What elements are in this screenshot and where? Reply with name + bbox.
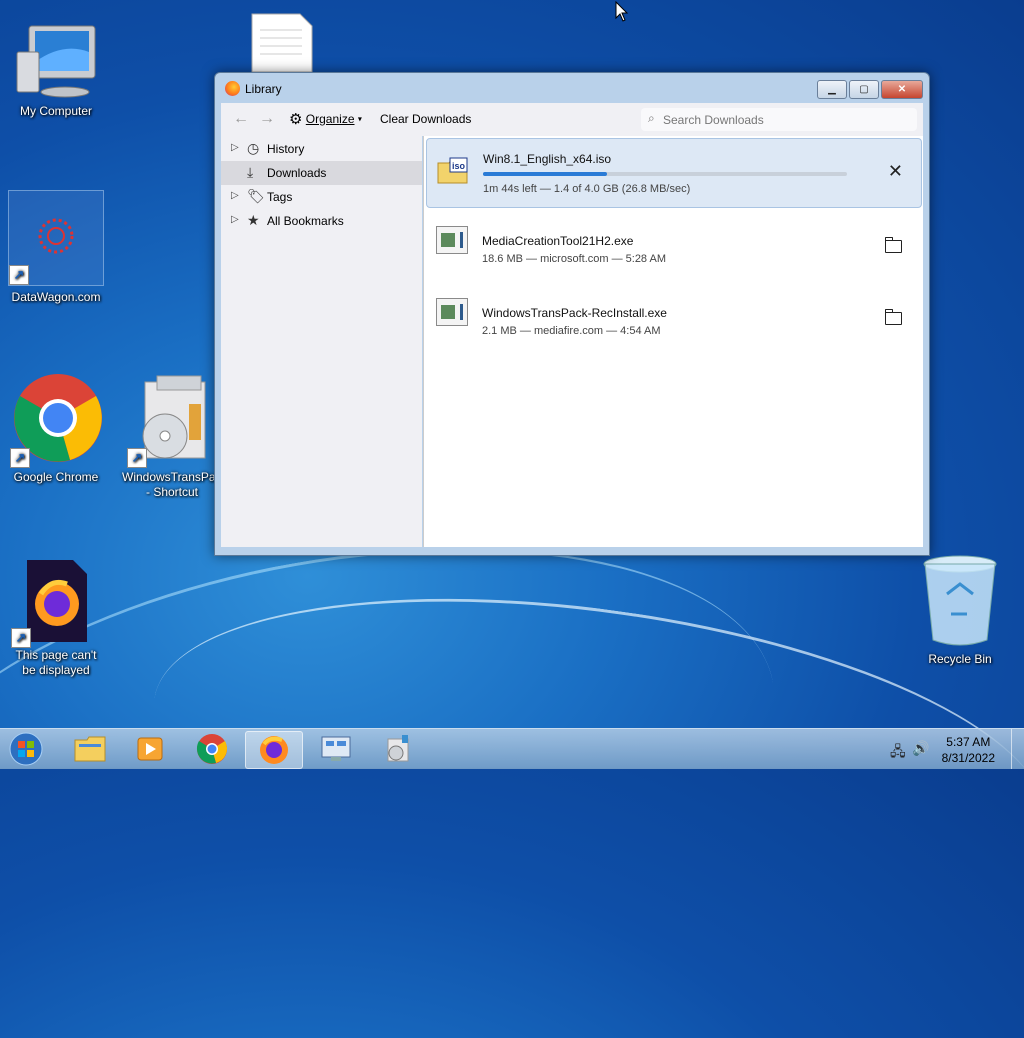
firefox-file-icon: ↗ — [11, 558, 91, 648]
datawagon-icon: ↗ — [8, 190, 104, 286]
sidebar-item-label: History — [267, 142, 305, 156]
chevron-right-icon[interactable]: ▷ — [231, 214, 239, 225]
document-icon[interactable] — [250, 12, 314, 73]
computer-icon — [13, 22, 99, 100]
minimize-button[interactable]: ▁ — [817, 80, 847, 99]
desktop-icon-google-chrome[interactable]: ↗ Google Chrome — [8, 374, 104, 485]
search-input[interactable]: ⌕ Search Downloads — [641, 108, 917, 131]
forward-arrow-icon[interactable]: → — [259, 110, 275, 128]
tag-icon: 🏷 — [247, 188, 265, 204]
chevron-down-icon: ▾ — [357, 114, 362, 124]
clock-icon: ◷ — [247, 140, 260, 156]
desktop-icon-datawagon[interactable]: ↗ DataWagon.com — [8, 190, 104, 305]
volume-icon[interactable]: 🔊 — [912, 740, 929, 757]
iso-icon-text: iso — [452, 161, 466, 171]
download-item[interactable]: WindowsTransPack-RecInstall.exe 2.1 MB —… — [426, 282, 920, 350]
gear-icon: ⚙ — [289, 111, 303, 128]
download-filename: Win8.1_English_x64.iso — [483, 152, 612, 166]
sidebar-item-downloads[interactable]: ⤓ Downloads — [221, 161, 422, 185]
cancel-download-button[interactable]: ✕ — [888, 161, 903, 182]
desktop-icon-my-computer[interactable]: My Computer — [8, 22, 104, 119]
download-status: 18.6 MB — microsoft.com — 5:28 AM — [482, 253, 667, 265]
maximize-button[interactable]: ▢ — [849, 80, 879, 99]
open-folder-icon[interactable] — [885, 309, 902, 325]
download-icon: ⤓ — [247, 164, 254, 180]
chevron-right-icon[interactable]: ▷ — [231, 190, 239, 201]
icon-label: Recycle Bin — [928, 652, 992, 666]
clock-date: 8/31/2022 — [941, 751, 995, 765]
back-arrow-icon[interactable]: ← — [233, 110, 249, 128]
icon-label: Google Chrome — [13, 470, 99, 484]
exe-file-icon — [436, 298, 468, 330]
sidebar: ▷ ◷ History ⤓ Downloads ▷ 🏷 Tags ▷ ★ All… — [221, 136, 422, 547]
shortcut-arrow-icon: ↗ — [127, 448, 147, 468]
sidebar-item-label: Downloads — [267, 166, 327, 180]
start-button[interactable] — [0, 731, 52, 767]
shortcut-arrow-icon: ↗ — [9, 265, 29, 285]
download-filename: WindowsTransPack-RecInstall.exe — [482, 306, 667, 320]
sidebar-item-tags[interactable]: ▷ 🏷 Tags — [221, 185, 422, 209]
search-icon: ⌕ — [648, 111, 655, 125]
downloads-list: iso Win8.1_English_x64.iso 1m 44s left —… — [423, 136, 923, 547]
icon-label: DataWagon.com — [11, 290, 101, 304]
sidebar-item-label: Tags — [267, 190, 293, 204]
network-icon[interactable]: 🖧 — [890, 741, 906, 765]
shortcut-arrow-icon: ↗ — [11, 628, 31, 648]
icon-label: WindowsTransPack - Shortcut — [122, 470, 228, 499]
taskbar-firefox-icon[interactable] — [245, 731, 303, 769]
download-item[interactable]: MediaCreationTool21H2.exe 18.6 MB — micr… — [426, 210, 920, 278]
title-bar[interactable]: Library ▁ ▢ ✕ — [215, 73, 929, 103]
close-window-button[interactable]: ✕ — [881, 80, 923, 99]
library-window: Library ▁ ▢ ✕ ← → ⚙ Organize ▾ Clear Dow… — [214, 72, 930, 556]
sidebar-item-all-bookmarks[interactable]: ▷ ★ All Bookmarks — [221, 209, 422, 233]
desktop-icon-windowstranspack[interactable]: ↗ WindowsTransPack - Shortcut — [122, 374, 228, 500]
clock-time: 5:37 AM — [946, 735, 991, 749]
chrome-icon: ↗ — [10, 374, 102, 468]
chevron-right-icon[interactable]: ▷ — [231, 142, 239, 153]
show-desktop-button[interactable] — [1011, 729, 1024, 769]
progress-fill — [483, 172, 607, 176]
open-folder-icon[interactable] — [885, 237, 902, 253]
search-placeholder: Search Downloads — [663, 113, 764, 127]
iso-file-icon: iso — [437, 155, 469, 187]
download-status: 1m 44s left — 1.4 of 4.0 GB (26.8 MB/sec… — [483, 183, 691, 195]
taskbar: 🖧 🔊 5:37 AM 8/31/2022 — [0, 728, 1024, 769]
taskbar-installer-icon[interactable] — [370, 731, 426, 767]
toolbar: ← → ⚙ Organize ▾ Clear Downloads ⌕ Searc… — [221, 103, 923, 136]
desktop-icon-firefox-page[interactable]: ↗ This page can't be displayed — [8, 558, 104, 678]
download-progress-bar — [483, 172, 847, 176]
desktop-icon-recycle-bin[interactable]: Recycle Bin — [912, 554, 1008, 667]
icon-label: This page can't be displayed — [15, 648, 97, 677]
download-status: 2.1 MB — mediafire.com — 4:54 AM — [482, 325, 661, 337]
shortcut-arrow-icon: ↗ — [10, 448, 30, 468]
clock[interactable]: 5:37 AM 8/31/2022 — [942, 734, 995, 766]
sidebar-item-history[interactable]: ▷ ◷ History — [221, 137, 422, 161]
exe-file-icon — [436, 226, 468, 258]
taskbar-chrome-icon[interactable] — [184, 731, 240, 767]
clear-downloads-button[interactable]: Clear Downloads — [380, 112, 471, 126]
download-filename: MediaCreationTool21H2.exe — [482, 234, 634, 248]
organize-label: Organize — [305, 112, 355, 126]
sidebar-item-label: All Bookmarks — [267, 214, 344, 228]
download-item[interactable]: iso Win8.1_English_x64.iso 1m 44s left —… — [426, 138, 922, 208]
icon-label: My Computer — [19, 104, 93, 118]
taskbar-media-player-icon[interactable] — [122, 731, 178, 767]
window-title: Library — [245, 82, 282, 96]
taskbar-control-panel-icon[interactable] — [308, 731, 364, 767]
star-icon: ★ — [247, 212, 260, 228]
recycle-bin-icon — [921, 554, 999, 648]
organize-button[interactable]: ⚙ Organize ▾ — [289, 110, 362, 128]
firefox-icon — [225, 81, 240, 96]
installer-box-icon: ↗ — [127, 374, 217, 468]
taskbar-explorer-icon[interactable] — [62, 731, 118, 767]
mouse-cursor-icon — [615, 0, 629, 28]
